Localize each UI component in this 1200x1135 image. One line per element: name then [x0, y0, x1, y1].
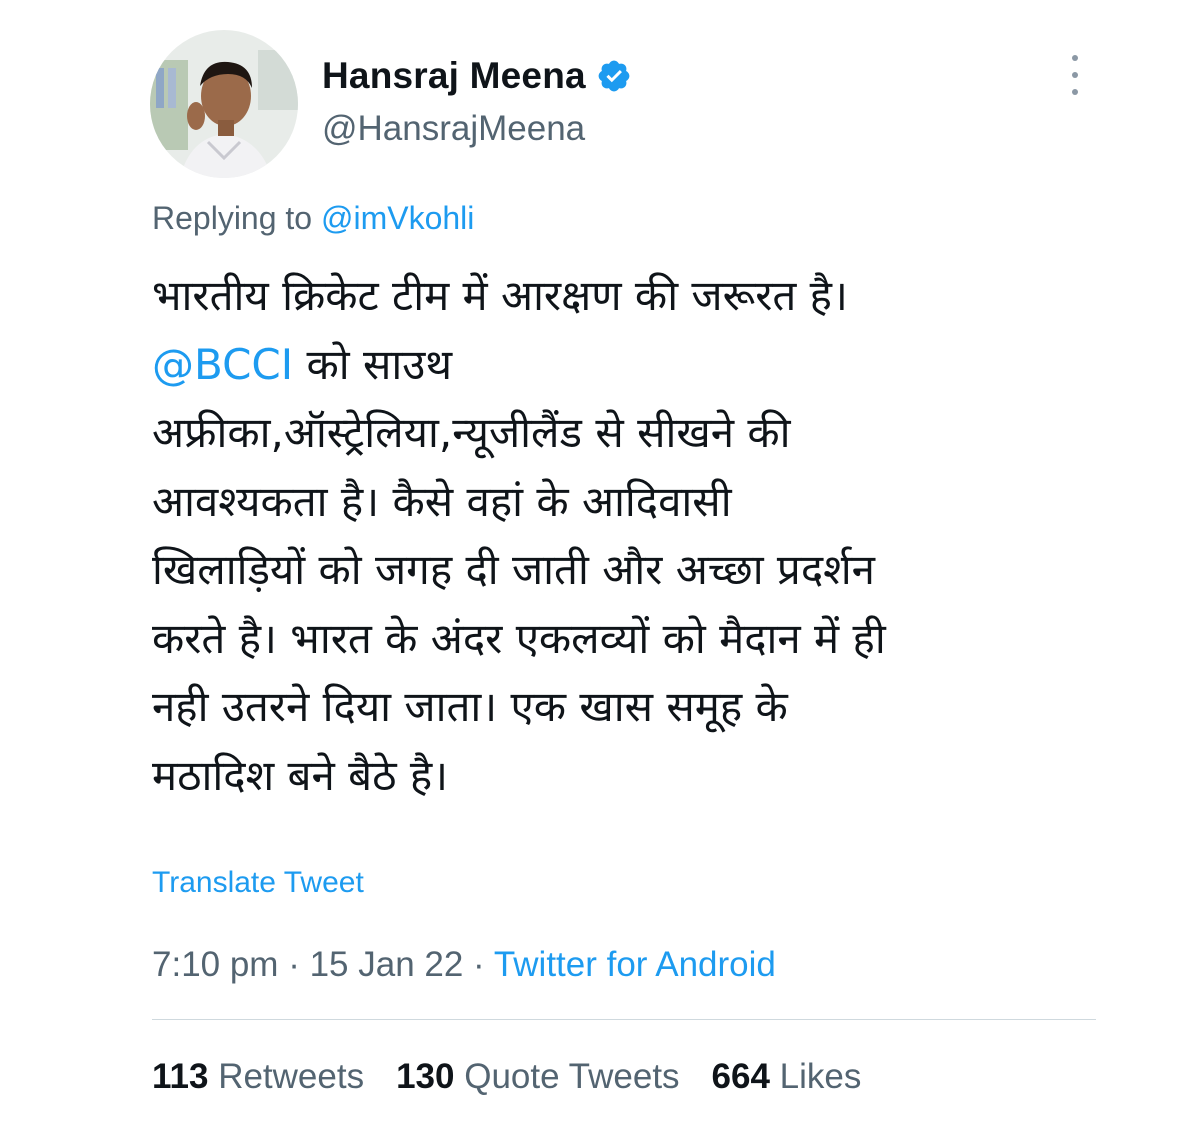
tweet-meta: 7:10 pm · 15 Jan 22 · Twitter for Androi… — [152, 945, 776, 985]
tweet-line: आवश्यकता है। कैसे वहां के आदिवासी — [152, 476, 732, 526]
more-dot — [1072, 55, 1078, 61]
tweet-line: नही उतरने दिया जाता। एक खास समूह के — [152, 682, 788, 731]
likes-label: Likes — [769, 1057, 862, 1096]
author-name-row[interactable]: Hansraj Meena — [322, 54, 632, 98]
tweet-line: अफ्रीका,ऑस्ट्रेलिया,न्यूजीलैंड से सीखने … — [152, 408, 791, 457]
tweet-source-link[interactable]: Twitter for Android — [494, 945, 776, 984]
more-options-icon[interactable] — [1060, 55, 1090, 95]
display-name[interactable]: Hansraj Meena — [322, 55, 586, 97]
tweet-line: खिलाड़ियों को जगह दी जाती और अच्छा प्रदर… — [152, 545, 875, 594]
tweet-stats: 113 Retweets 130 Quote Tweets 664 Likes — [152, 1057, 893, 1097]
tweet-line: करते है। भारत के अंदर एकलव्यों को मैदान … — [152, 613, 886, 663]
meta-separator: · — [278, 945, 310, 984]
tweet-text: भारतीय क्रिकेट टीम में आरक्षण की जरूरत ह… — [152, 262, 1112, 810]
bcci-mention-link[interactable]: @BCCI — [152, 340, 293, 389]
author-handle[interactable]: @HansrajMeena — [322, 109, 585, 149]
retweets-label: Retweets — [208, 1057, 365, 1096]
verified-badge-icon — [598, 60, 630, 92]
author-avatar[interactable] — [150, 30, 298, 178]
more-dot — [1072, 89, 1078, 95]
reply-mention-link[interactable]: @imVkohli — [321, 200, 474, 236]
tweet-line-text: को साउथ — [293, 339, 453, 389]
tweet-time[interactable]: 7:10 pm — [152, 945, 278, 984]
tweet-line: भारतीय क्रिकेट टीम में आरक्षण की जरूरत ह… — [152, 271, 848, 320]
avatar-photo — [150, 30, 298, 178]
divider — [152, 1019, 1096, 1020]
tweet-line: @BCCI को साउथ — [152, 331, 1112, 400]
quote-tweets-stat[interactable]: 130 Quote Tweets — [396, 1057, 679, 1097]
quote-tweets-count: 130 — [396, 1057, 455, 1096]
tweet-date[interactable]: 15 Jan 22 — [310, 945, 464, 984]
translate-tweet-link[interactable]: Translate Tweet — [152, 866, 364, 900]
quote-tweets-label: Quote Tweets — [454, 1057, 680, 1096]
retweets-stat[interactable]: 113 Retweets — [152, 1057, 364, 1097]
tweet-line: मठादिश बने बैठे है। — [152, 750, 449, 800]
likes-count: 664 — [711, 1057, 770, 1096]
meta-separator: · — [463, 945, 494, 984]
replying-to: Replying to @imVkohli — [152, 200, 474, 237]
retweets-count: 113 — [152, 1057, 209, 1096]
likes-stat[interactable]: 664 Likes — [712, 1057, 862, 1097]
replying-prefix: Replying to — [152, 200, 313, 236]
more-dot — [1072, 72, 1078, 78]
